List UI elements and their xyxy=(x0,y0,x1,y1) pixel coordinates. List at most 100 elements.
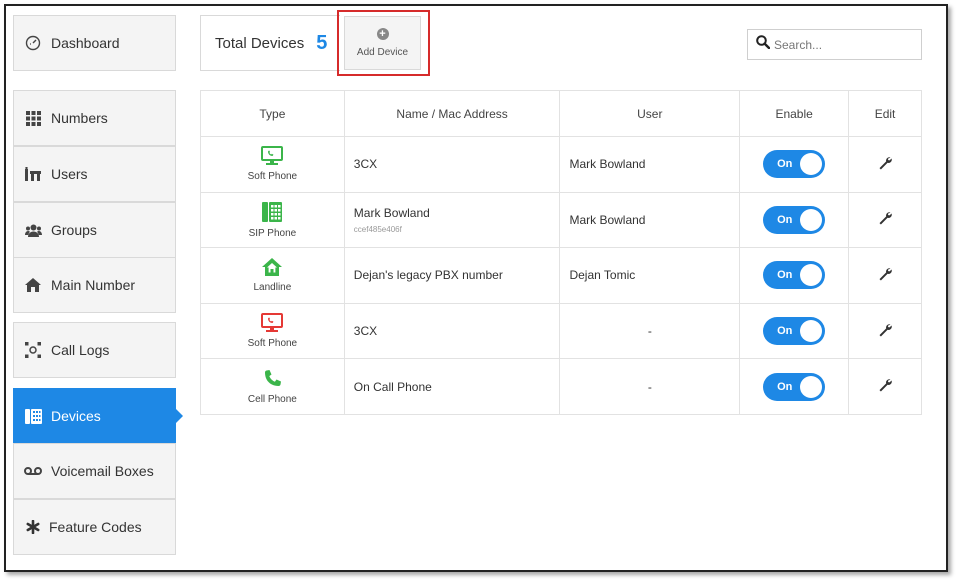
enable-toggle[interactable]: On xyxy=(763,150,826,179)
sidebar-item-groups[interactable]: Groups xyxy=(13,202,176,258)
wrench-icon[interactable] xyxy=(878,267,892,284)
sidebar-item-dashboard[interactable]: Dashboard xyxy=(13,15,176,71)
enable-cell: On xyxy=(739,191,850,249)
name-cell: 3CX xyxy=(343,302,561,360)
enable-toggle[interactable]: On xyxy=(763,317,826,346)
table-row[interactable]: Landline Dejan's legacy PBX number Dejan… xyxy=(200,247,922,304)
sidebar-item-feature-codes[interactable]: Feature Codes xyxy=(13,499,176,555)
name-cell: 3CX xyxy=(343,136,561,193)
total-devices-count: 5 xyxy=(316,31,328,54)
user-cell: Mark Bowland xyxy=(559,136,741,193)
enable-cell: On xyxy=(739,136,850,193)
toggle-label: On xyxy=(777,158,793,171)
cell-phone-icon xyxy=(262,369,282,392)
sidebar-item-label: Dashboard xyxy=(51,35,120,51)
edit-cell xyxy=(848,302,922,360)
table-row[interactable]: Soft Phone 3CX - On xyxy=(200,302,922,360)
sidebar-item-users[interactable]: Users xyxy=(13,146,176,202)
toggle-label: On xyxy=(777,325,793,338)
type-label: Soft Phone xyxy=(247,338,298,350)
enable-cell: On xyxy=(739,302,850,360)
column-header-user: User xyxy=(559,90,741,137)
search-box[interactable] xyxy=(747,29,922,60)
wrench-icon[interactable] xyxy=(878,323,892,340)
device-name: Dejan's legacy PBX number xyxy=(353,268,503,283)
type-cell: Cell Phone xyxy=(200,358,345,415)
devices-table: Type Name / Mac Address User Enable Edit… xyxy=(200,90,922,415)
wrench-icon[interactable] xyxy=(878,156,892,173)
mac-address: ccef485e406f xyxy=(353,224,402,234)
sidebar-item-label: Groups xyxy=(51,222,97,238)
groups-icon xyxy=(23,220,43,240)
toggle-knob xyxy=(800,153,823,176)
edit-cell xyxy=(848,247,922,304)
toggle-knob xyxy=(800,208,823,231)
sidebar-item-label: Numbers xyxy=(51,110,108,126)
device-name: 3CX xyxy=(353,324,378,339)
sidebar-item-label: Feature Codes xyxy=(49,519,142,535)
user-cell: - xyxy=(559,358,741,415)
table-header-row: Type Name / Mac Address User Enable Edit xyxy=(200,90,922,137)
enable-cell: On xyxy=(739,358,850,415)
edit-cell xyxy=(848,358,922,415)
type-label: SIP Phone xyxy=(248,227,297,239)
user-cell: Dejan Tomic xyxy=(559,247,741,304)
toggle-knob xyxy=(800,264,823,287)
column-header-edit: Edit xyxy=(848,90,922,137)
table-row[interactable]: Cell Phone On Call Phone - On xyxy=(200,358,922,415)
call-logs-icon xyxy=(23,340,43,360)
device-name: Mark Bowland xyxy=(353,205,430,220)
sidebar-item-label: Voicemail Boxes xyxy=(51,463,154,479)
type-label: Cell Phone xyxy=(247,393,297,405)
column-header-name: Name / Mac Address xyxy=(343,90,561,137)
asterisk-icon xyxy=(23,517,43,537)
edit-cell xyxy=(848,136,922,193)
users-icon xyxy=(23,164,43,184)
device-name: On Call Phone xyxy=(353,379,432,394)
devices-icon xyxy=(23,406,43,426)
enable-toggle[interactable]: On xyxy=(763,205,826,234)
type-cell: SIP Phone xyxy=(200,191,345,249)
soft-phone-icon xyxy=(261,146,284,169)
grid-icon xyxy=(23,108,43,128)
column-header-type: Type xyxy=(200,90,345,137)
highlight-box xyxy=(337,10,430,76)
sidebar-item-label: Call Logs xyxy=(51,342,110,358)
sidebar-item-label: Users xyxy=(51,166,88,182)
sidebar-item-label: Devices xyxy=(51,408,101,424)
total-devices-box: Total Devices 5 xyxy=(200,15,340,71)
toggle-knob xyxy=(800,320,823,343)
sidebar-item-devices[interactable]: Devices xyxy=(13,388,183,444)
type-label: Landline xyxy=(253,282,292,294)
toggle-knob xyxy=(800,375,823,398)
dashboard-gauge-icon xyxy=(23,33,43,53)
table-row[interactable]: SIP Phone Mark Bowland ccef485e406f Mark… xyxy=(200,191,922,249)
wrench-icon[interactable] xyxy=(878,378,892,395)
type-cell: Soft Phone xyxy=(200,302,345,360)
sidebar-item-call-logs[interactable]: Call Logs xyxy=(13,322,176,378)
enable-cell: On xyxy=(739,247,850,304)
sidebar-item-main-number[interactable]: Main Number xyxy=(13,257,176,313)
toggle-label: On xyxy=(777,380,793,393)
sidebar-item-numbers[interactable]: Numbers xyxy=(13,90,176,146)
user-cell: - xyxy=(559,302,741,360)
type-cell: Soft Phone xyxy=(200,136,345,193)
enable-toggle[interactable]: On xyxy=(763,261,826,290)
column-header-enable: Enable xyxy=(739,90,850,137)
table-row[interactable]: Soft Phone 3CX Mark Bowland On xyxy=(200,136,922,193)
device-name: 3CX xyxy=(353,157,378,172)
landline-home-icon xyxy=(261,257,283,280)
search-input[interactable] xyxy=(774,37,914,52)
sidebar-item-label: Main Number xyxy=(51,277,136,293)
toggle-label: On xyxy=(777,213,793,226)
wrench-icon[interactable] xyxy=(878,211,892,228)
home-icon xyxy=(23,275,43,295)
enable-toggle[interactable]: On xyxy=(763,372,826,401)
voicemail-icon xyxy=(23,461,43,481)
sidebar-item-voicemail-boxes[interactable]: Voicemail Boxes xyxy=(13,443,176,499)
total-devices-label: Total Devices xyxy=(215,34,305,52)
type-label: Soft Phone xyxy=(247,171,298,183)
name-cell: Dejan's legacy PBX number xyxy=(343,247,561,304)
search-icon xyxy=(756,35,771,54)
soft-phone-icon xyxy=(261,313,284,336)
